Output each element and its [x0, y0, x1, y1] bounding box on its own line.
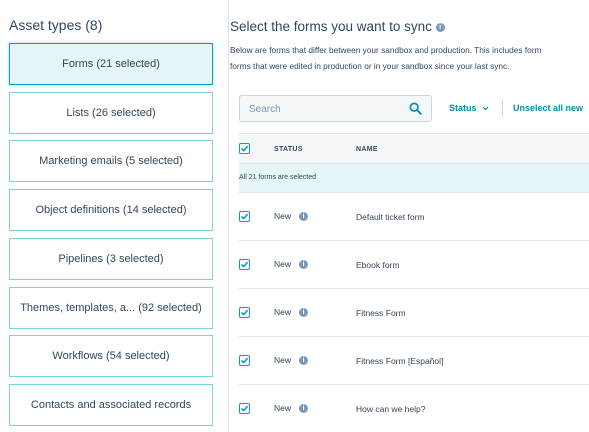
info-icon[interactable]: i	[299, 212, 308, 221]
info-icon[interactable]: i	[299, 356, 308, 365]
asset-type-label: Themes, templates, a... (92 selected)	[20, 302, 202, 314]
status-filter-dropdown[interactable]: Status	[449, 103, 489, 113]
asset-type-label: Workflows (54 selected)	[52, 350, 170, 362]
search-icon[interactable]	[409, 102, 422, 115]
unselect-all-new-link[interactable]: Unselect all new	[513, 103, 583, 113]
row-status: New	[274, 403, 292, 413]
asset-type-marketing-emails[interactable]: Marketing emails (5 selected)	[9, 140, 213, 182]
asset-type-label: Forms (21 selected)	[62, 58, 160, 70]
asset-type-label: Pipelines (3 selected)	[58, 253, 164, 265]
row-status: New	[274, 307, 292, 317]
table-row: New i Ebook form	[239, 241, 589, 289]
toolbar-separator	[502, 99, 503, 117]
search-input[interactable]	[247, 100, 401, 119]
asset-type-themes-templates[interactable]: Themes, templates, a... (92 selected)	[9, 287, 213, 329]
asset-type-pipelines[interactable]: Pipelines (3 selected)	[9, 238, 213, 280]
row-name: Fitness Form	[356, 308, 406, 318]
asset-types-title: Asset types (8)	[9, 17, 103, 33]
asset-type-contacts[interactable]: Contacts and associated records	[9, 384, 213, 426]
checkbox-checked-icon	[240, 309, 249, 316]
asset-type-label: Object definitions (14 selected)	[35, 204, 187, 216]
asset-type-lists[interactable]: Lists (26 selected)	[9, 92, 213, 134]
row-status: New	[274, 259, 292, 269]
row-status: New	[274, 211, 292, 221]
table-row: New i How can we help?	[239, 385, 589, 432]
status-column-header[interactable]: STATUS	[274, 146, 303, 153]
info-icon[interactable]: i	[435, 22, 445, 32]
chevron-down-icon	[482, 106, 489, 111]
page-description: Below are forms that differ between your…	[230, 42, 589, 74]
description-line: forms that were edited in production or …	[230, 61, 510, 71]
page-title-text: Select the forms you want to sync	[230, 19, 432, 34]
row-checkbox[interactable]	[239, 211, 250, 222]
table-row: New i Default ticket form	[239, 193, 589, 241]
description-line: Below are forms that differ between your…	[230, 45, 542, 55]
row-status: New	[274, 355, 292, 365]
selection-note: All 21 forms are selected	[239, 174, 317, 181]
table-row: New i Fitness Form	[239, 289, 589, 337]
info-icon[interactable]: i	[299, 404, 308, 413]
asset-type-object-definitions[interactable]: Object definitions (14 selected)	[9, 189, 213, 231]
name-column-header[interactable]: NAME	[356, 146, 378, 153]
table-row: New i Fitness Form [Español]	[239, 337, 589, 385]
checkbox-checked-icon	[240, 405, 249, 412]
checkbox-checked-icon	[240, 213, 249, 220]
asset-type-forms[interactable]: Forms (21 selected)	[9, 43, 213, 85]
table-header: STATUS NAME	[239, 133, 589, 164]
checkbox-checked-icon	[240, 261, 249, 268]
page-title: Select the forms you want to sync i	[230, 19, 445, 34]
asset-type-label: Lists (26 selected)	[66, 107, 156, 119]
row-checkbox[interactable]	[239, 355, 250, 366]
info-icon[interactable]: i	[299, 308, 308, 317]
selection-banner: All 21 forms are selected	[239, 164, 589, 193]
asset-type-label: Contacts and associated records	[30, 399, 192, 411]
asset-type-label: Marketing emails (5 selected)	[39, 155, 183, 167]
info-icon[interactable]: i	[299, 260, 308, 269]
status-filter-label: Status	[449, 103, 477, 113]
row-name: Fitness Form [Español]	[356, 356, 444, 366]
row-name: Default ticket form	[356, 212, 425, 222]
asset-type-workflows[interactable]: Workflows (54 selected)	[9, 335, 213, 377]
checkbox-checked-icon	[240, 357, 249, 364]
row-checkbox[interactable]	[239, 307, 250, 318]
search-box[interactable]	[239, 95, 432, 122]
select-all-checkbox[interactable]	[239, 143, 250, 154]
forms-panel: Select the forms you want to sync i Belo…	[229, 0, 589, 432]
row-name: Ebook form	[356, 260, 400, 270]
asset-types-panel: Asset types (8) Forms (21 selected) List…	[0, 0, 228, 432]
row-name: How can we help?	[356, 404, 426, 414]
checkbox-checked-icon	[240, 145, 249, 152]
row-checkbox[interactable]	[239, 259, 250, 270]
row-checkbox[interactable]	[239, 403, 250, 414]
